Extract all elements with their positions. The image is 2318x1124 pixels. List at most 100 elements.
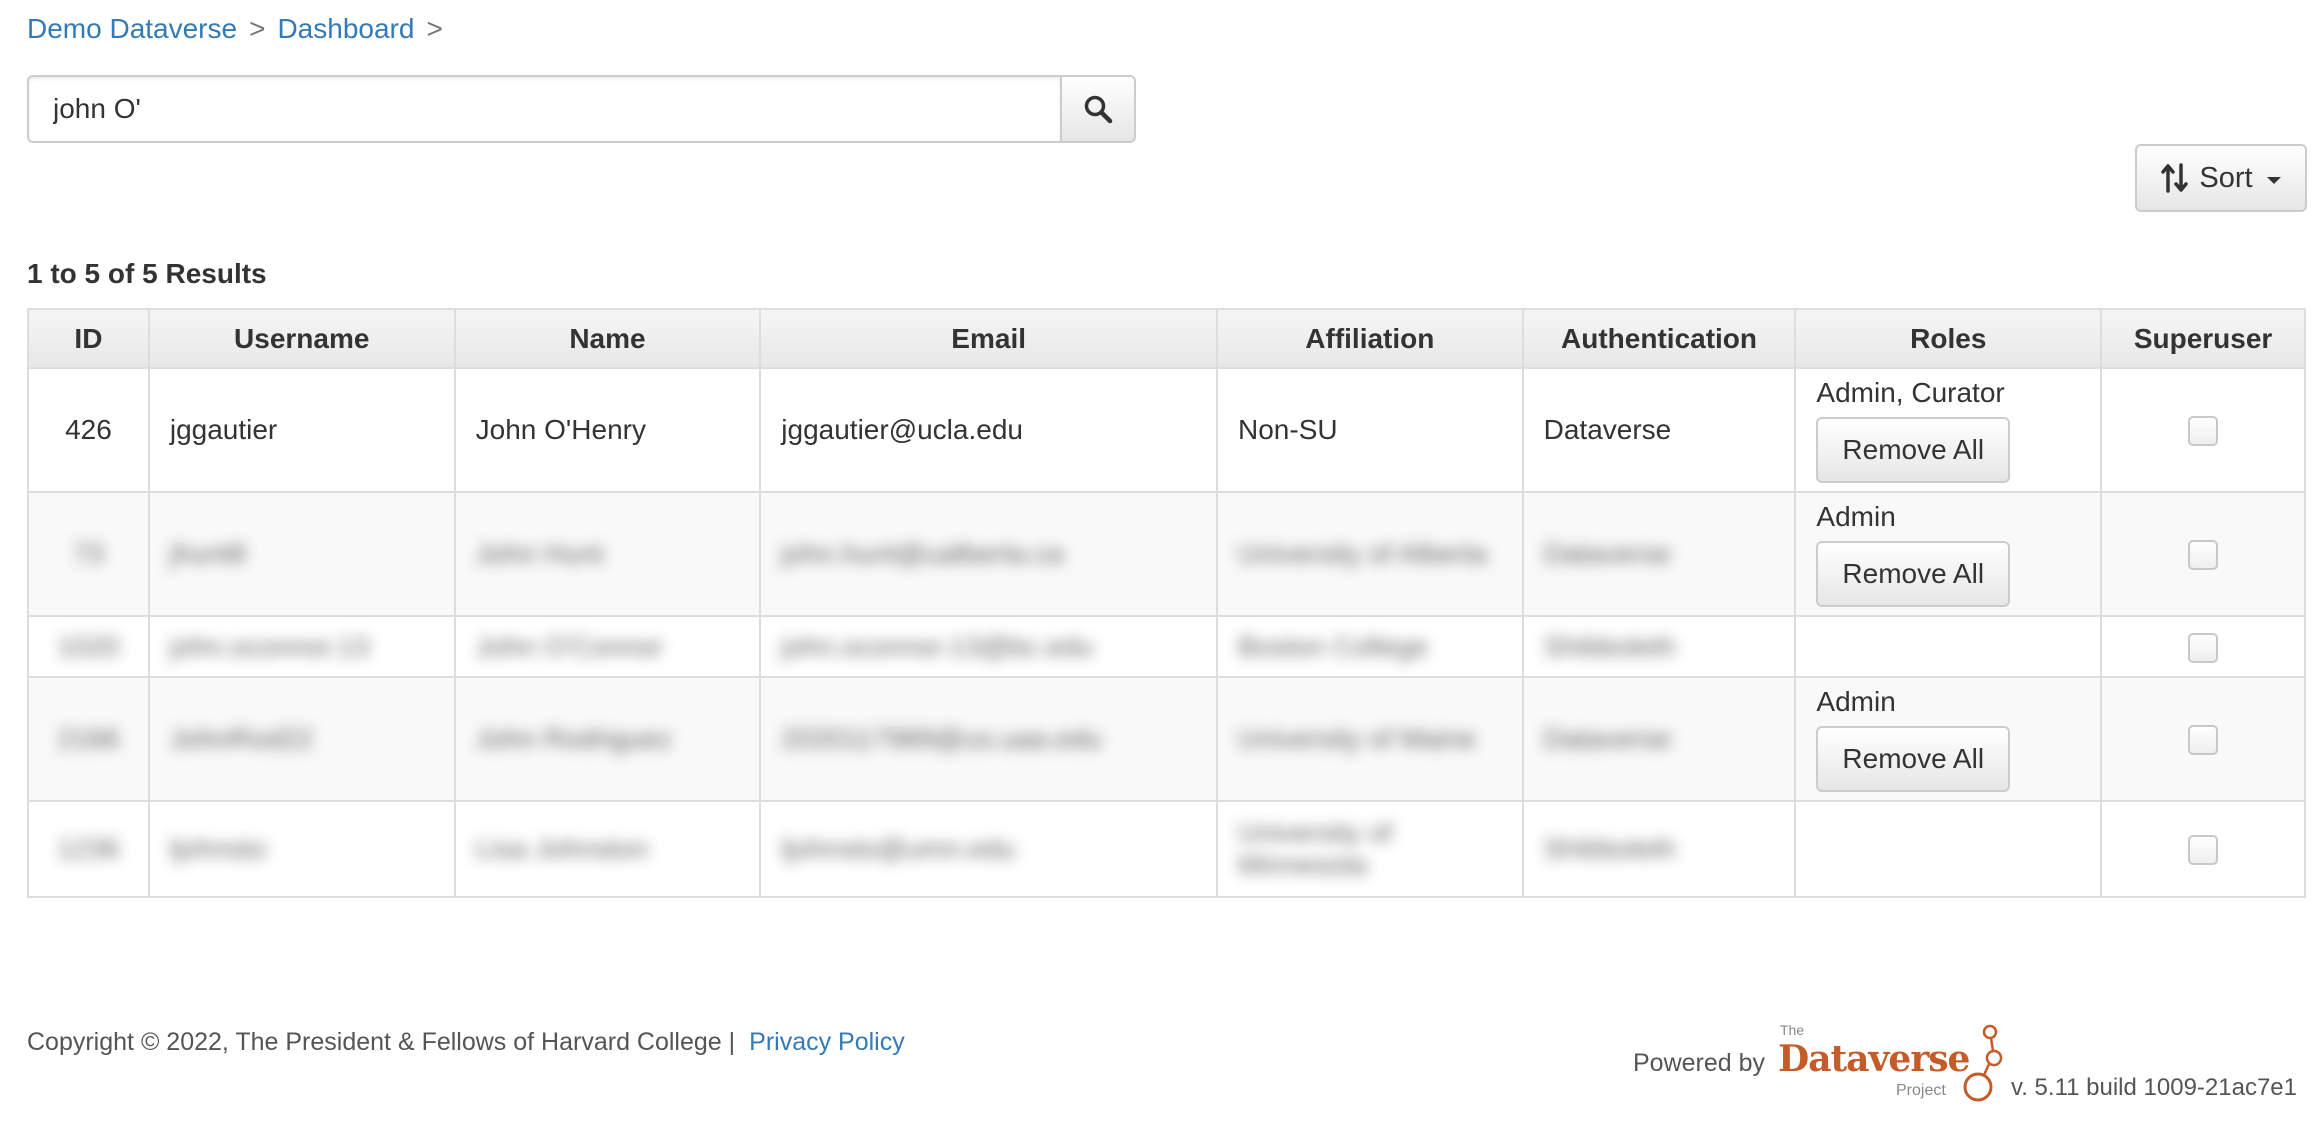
cell-name: John O'Connor	[453, 615, 762, 678]
chevron-down-icon	[2266, 176, 2281, 184]
cell-authentication-text: Dataverse	[1543, 723, 1672, 754]
cell-username: john.oconnor.13	[147, 615, 456, 678]
column-header-name[interactable]: Name	[453, 308, 762, 369]
cell-name-text: John O'Connor	[475, 630, 664, 662]
cell-email: john.hunt@ualberta.ca	[759, 491, 1219, 617]
cell-email: ljohnsto@umn.edu	[759, 800, 1219, 898]
cell-name: John Hunt	[453, 491, 762, 617]
table-header-row: ID Username Name Email Affiliation Authe…	[27, 308, 2306, 369]
column-header-email[interactable]: Email	[759, 308, 1219, 369]
sort-label: Sort	[2199, 161, 2253, 194]
cell-authentication: Shibboleth	[1521, 800, 1797, 898]
superuser-checkbox[interactable]	[2188, 725, 2219, 756]
cell-authentication-text: Shibboleth	[1543, 833, 1676, 864]
cell-roles: Admin Remove All	[1794, 491, 2103, 617]
remove-all-button[interactable]: Remove All	[1816, 541, 2011, 607]
table-row: 1236 ljohnsto Lisa Johnston ljohnsto@umn…	[27, 800, 2306, 898]
cell-username: ljohnsto	[147, 800, 456, 898]
column-header-username[interactable]: Username	[147, 308, 456, 369]
cell-username-text: jhunt8	[169, 538, 247, 569]
cell-email: 2020117989@us.uaa.edu	[759, 676, 1219, 802]
remove-all-button[interactable]: Remove All	[1816, 417, 2011, 483]
cell-affiliation-text: University of Minnesota	[1238, 817, 1393, 880]
logo-word-text: Dataverse	[1778, 1038, 1970, 1080]
cell-roles: Admin Remove All	[1794, 676, 2103, 802]
search-input[interactable]	[27, 75, 1060, 143]
cell-id: 1236	[27, 800, 150, 898]
version-text: v. 5.11 build 1009-21ac7e1	[2011, 1074, 2297, 1101]
copyright-text: Copyright © 2022, The President & Fellow…	[27, 1028, 736, 1056]
cell-id: 426	[27, 367, 150, 493]
breadcrumb-dashboard[interactable]: Dashboard	[277, 13, 414, 44]
breadcrumb: Demo Dataverse > Dashboard >	[27, 11, 455, 47]
breadcrumb-separator: >	[426, 13, 443, 44]
cell-name-text: John Rodriguez	[475, 723, 672, 754]
cell-email: jggautier@ucla.edu	[759, 367, 1219, 493]
cell-name: Lisa Johnston	[453, 800, 762, 898]
cell-id: 2166	[27, 676, 150, 802]
results-count: 1 to 5 of 5 Results	[27, 258, 267, 289]
remove-all-button[interactable]: Remove All	[1816, 726, 2011, 792]
breadcrumb-demo-dataverse[interactable]: Demo Dataverse	[27, 13, 237, 44]
column-header-authentication[interactable]: Authentication	[1521, 308, 1797, 369]
cell-superuser	[2100, 800, 2306, 898]
cell-id: 73	[27, 491, 150, 617]
table-row: 2166 JohnRod22 John Rodriguez 2020117989…	[27, 676, 2306, 802]
cell-affiliation: University of Alberta	[1216, 491, 1524, 617]
column-header-superuser[interactable]: Superuser	[2100, 308, 2306, 369]
cell-username: jggautier	[147, 367, 456, 493]
cell-name: John O'Henry	[453, 367, 762, 493]
logo-project-text: Project	[1896, 1082, 1946, 1099]
column-header-id[interactable]: ID	[27, 308, 150, 369]
dataverse-molecule-icon	[1963, 1024, 2003, 1102]
cell-roles: Admin, Curator Remove All	[1794, 367, 2103, 493]
cell-username: jhunt8	[147, 491, 456, 617]
cell-email: john.oconnor.13@bc.edu	[759, 615, 1219, 678]
column-header-roles[interactable]: Roles	[1794, 308, 2103, 369]
cell-username-text: ljohnsto	[169, 833, 267, 864]
cell-authentication: Dataverse	[1521, 676, 1797, 802]
superuser-checkbox[interactable]	[2188, 540, 2219, 571]
superuser-checkbox[interactable]	[2188, 632, 2219, 663]
cell-email-text: john.oconnor.13@bc.edu	[781, 630, 1094, 662]
dataverse-logo[interactable]: The Dataverse Project	[1778, 1022, 2008, 1102]
cell-affiliation: University of Minnesota	[1216, 800, 1524, 898]
cell-email-text: john.hunt@ualberta.ca	[781, 538, 1064, 569]
cell-authentication: Dataverse	[1521, 491, 1797, 617]
breadcrumb-separator: >	[249, 13, 266, 44]
cell-affiliation: Non-SU	[1216, 367, 1524, 493]
search-bar	[27, 75, 1136, 143]
users-table: ID Username Name Email Affiliation Authe…	[27, 308, 2306, 898]
cell-authentication-text: Dataverse	[1543, 538, 1672, 569]
cell-superuser	[2100, 615, 2306, 678]
cell-id-text: 1236	[57, 833, 120, 864]
cell-id-text: 2166	[57, 723, 120, 754]
superuser-checkbox[interactable]	[2188, 416, 2219, 447]
roles-text: Admin	[1816, 501, 1896, 532]
cell-affiliation-text: Boston College	[1238, 630, 1428, 662]
cell-name: John Rodriguez	[453, 676, 762, 802]
cell-name-text: John Hunt	[475, 538, 604, 569]
cell-email-text: 2020117989@us.uaa.edu	[781, 723, 1102, 754]
column-header-affiliation[interactable]: Affiliation	[1216, 308, 1524, 369]
privacy-policy-link[interactable]: Privacy Policy	[749, 1028, 905, 1056]
table-row: 426 jggautier John O'Henry jggautier@ucl…	[27, 367, 2306, 493]
table-row: 1020 john.oconnor.13 John O'Connor john.…	[27, 615, 2306, 678]
powered-by-text: Powered by	[1633, 1049, 1766, 1077]
roles-text: Admin	[1816, 686, 1896, 717]
cell-authentication-text: Shibboleth	[1543, 630, 1676, 662]
cell-id: 1020	[27, 615, 150, 678]
sort-button[interactable]: Sort	[2135, 144, 2307, 212]
logo-the-text: The	[1780, 1022, 1805, 1038]
cell-email-text: ljohnsto@umn.edu	[781, 833, 1016, 864]
cell-username-text: JohnRod22	[169, 723, 314, 754]
cell-affiliation-text: University of Alberta	[1238, 538, 1488, 569]
cell-id-text: 1020	[57, 630, 120, 662]
search-button[interactable]	[1060, 75, 1136, 143]
cell-authentication: Dataverse	[1521, 367, 1797, 493]
cell-username: JohnRod22	[147, 676, 456, 802]
superuser-checkbox[interactable]	[2188, 835, 2219, 866]
cell-roles	[1794, 615, 2103, 678]
roles-text: Admin, Curator	[1816, 377, 2005, 408]
sort-icon	[2161, 163, 2189, 193]
